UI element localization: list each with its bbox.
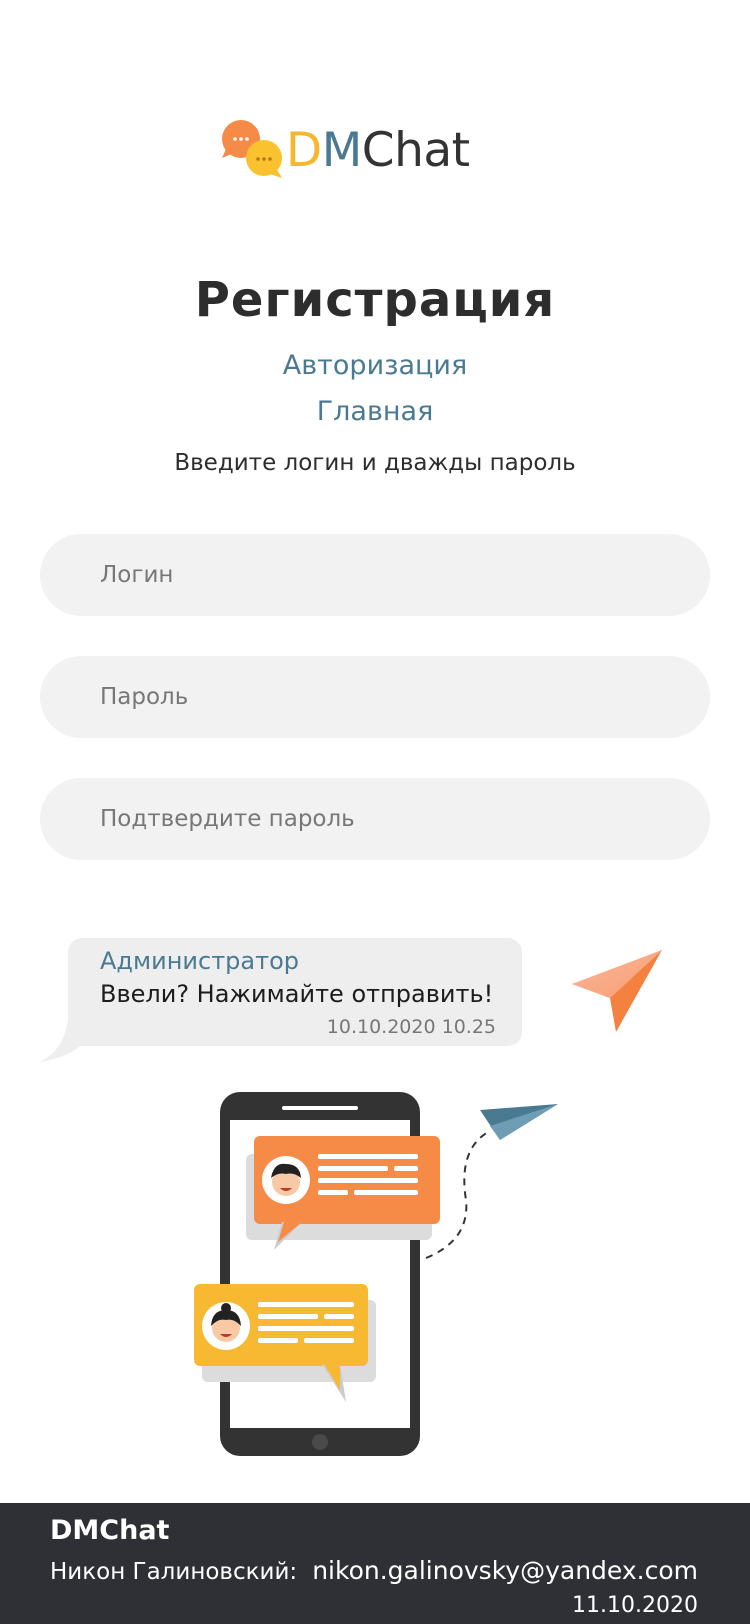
message-time: 10.10.2020 10.25: [326, 1016, 496, 1038]
form-hint: Введите логин и дважды пароль: [174, 450, 576, 476]
auth-link[interactable]: Авторизация: [0, 350, 750, 381]
send-button[interactable]: [570, 948, 666, 1034]
chat-bubbles-logo-icon: [220, 118, 286, 182]
message-bubble-tail: [40, 1020, 86, 1062]
footer-author-name: Никон Галиновский:: [50, 1559, 298, 1585]
footer-brand: DMChat: [50, 1515, 170, 1546]
message-text: Ввели? Нажимайте отправить!: [100, 980, 494, 1008]
page-title: Регистрация: [194, 272, 556, 328]
main-link[interactable]: Главная: [0, 396, 750, 427]
logo-text: DMChat: [286, 122, 470, 178]
app-logo: DMChat: [220, 118, 470, 182]
footer-date: 11.10.2020: [572, 1593, 698, 1618]
paper-plane-send-icon: [572, 950, 662, 1032]
message-author: Администратор: [100, 947, 300, 975]
confirm-password-input[interactable]: [40, 778, 710, 860]
phone-chat-illustration: [190, 1090, 570, 1460]
page-footer: DMChat Никон Галиновский: nikon.galinovs…: [0, 1503, 750, 1624]
footer-email-link[interactable]: nikon.galinovsky@yandex.com: [312, 1556, 698, 1585]
login-input[interactable]: [40, 534, 710, 616]
password-input[interactable]: [40, 656, 710, 738]
